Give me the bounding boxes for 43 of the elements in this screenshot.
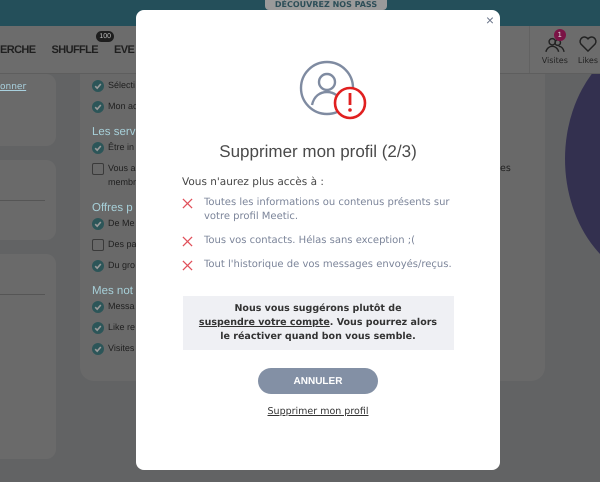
section-heading: Offres p bbox=[92, 202, 133, 214]
section-heading: Les serv bbox=[92, 126, 136, 138]
close-button[interactable]: × bbox=[484, 12, 496, 28]
checkbox[interactable] bbox=[92, 260, 104, 272]
nav-tab[interactable]: ERCHE bbox=[0, 44, 36, 56]
setting-label: membr bbox=[108, 176, 136, 189]
cross-icon bbox=[182, 236, 193, 247]
checkbox[interactable] bbox=[92, 142, 104, 154]
setting-label: Messa bbox=[108, 300, 135, 313]
setting-label: Visites bbox=[108, 342, 134, 355]
setting-label: Vous a bbox=[108, 162, 136, 175]
section-heading: Mes not bbox=[92, 285, 133, 297]
checkbox[interactable] bbox=[92, 218, 104, 230]
checkbox[interactable] bbox=[92, 239, 104, 251]
checkbox[interactable] bbox=[92, 322, 104, 334]
dialog-title: Supprimer mon profil (2/3) bbox=[219, 142, 417, 162]
setting-label: Like re bbox=[108, 321, 136, 334]
card-link[interactable]: onner bbox=[0, 82, 26, 92]
delete-profile-link[interactable]: Supprimer mon profil bbox=[268, 406, 368, 417]
heart-icon bbox=[578, 36, 598, 53]
cancel-button[interactable]: ANNULER bbox=[258, 368, 378, 394]
setting-label: Être in bbox=[108, 141, 134, 154]
cross-icon bbox=[182, 260, 193, 271]
checkbox[interactable] bbox=[92, 343, 104, 355]
setting-label: De Me bbox=[108, 217, 135, 230]
loss-text: Toutes les informations ou contenus présents sur votre profil Meetic. bbox=[204, 196, 451, 224]
intro-text: Vous n'aurez plus accès à : bbox=[182, 176, 324, 188]
setting-label: Des pa bbox=[108, 238, 137, 251]
cross-icon bbox=[182, 198, 193, 209]
checkbox[interactable] bbox=[92, 80, 104, 92]
checkbox[interactable] bbox=[92, 301, 104, 313]
loss-text: Tout l'historique de vos messages envoyés/reçus. bbox=[204, 258, 452, 272]
nav-tab[interactable]: EVE bbox=[114, 44, 134, 56]
setting-label: Du gro bbox=[108, 259, 136, 272]
nav-action[interactable]: Likes bbox=[578, 26, 598, 73]
checkbox[interactable] bbox=[92, 101, 104, 113]
checkbox[interactable] bbox=[92, 163, 104, 175]
people-icon bbox=[544, 36, 565, 53]
suggestion-text: Nous vous suggérons plutôt de suspendre votre compte. Vous pourrez alors le réactiver quand bon vous semble. bbox=[182, 296, 454, 350]
suspend-link[interactable]: suspendre votre compte bbox=[198, 317, 330, 328]
setting-label: es bbox=[500, 163, 511, 174]
setting-label: Sélecti bbox=[108, 79, 136, 92]
loss-text: Tous vos contacts. Hélas sans exception ;( bbox=[204, 234, 416, 248]
